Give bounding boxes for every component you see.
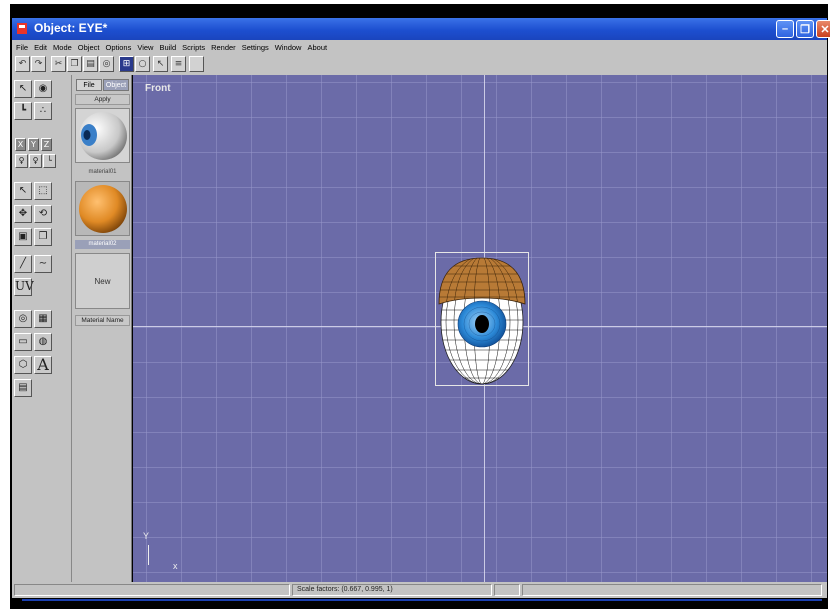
axis-x-toggle[interactable]: X [15,138,26,151]
toolbar: ↶ ↷ ✂ ❐ ▤ ◎ ⊞ ○ ↖ ≡ [12,54,827,75]
material-slot-1[interactable] [75,108,130,163]
undo-icon[interactable]: ↶ [15,56,30,72]
window-title: Object: EYE* [34,21,108,35]
cut-icon[interactable]: ✂ [51,56,66,72]
menu-render[interactable]: Render [211,43,236,52]
text-tool[interactable]: A [34,356,52,374]
grid-icon[interactable]: ⊞ [119,56,134,72]
new-material-button[interactable]: New [75,253,130,309]
sphere-icon[interactable]: ◎ [14,310,32,328]
scale-factors-readout: Scale factors: (0.667, 0.995, 1) [292,584,492,596]
material-panel: File Object Apply material01 material02 … [72,75,132,582]
uv-tool[interactable]: UV [14,278,34,296]
menu-options[interactable]: Options [105,43,131,52]
axis-z-toggle[interactable]: Z [41,138,52,151]
viewport-front[interactable]: Front Y x [133,75,827,582]
menu-view[interactable]: View [137,43,153,52]
blank-icon[interactable] [189,56,204,72]
paste-special-icon[interactable]: ◎ [99,56,114,72]
axis-gizmo-x: x [173,561,178,571]
menu-bar: File Edit Mode Object Options View Build… [12,40,827,54]
menu-build[interactable]: Build [159,43,176,52]
taskbar-strip [22,599,822,601]
selection-box [435,252,529,386]
scale-3d-icon[interactable]: ❐ [34,228,52,246]
line-tool-icon[interactable]: ╱ [14,255,32,273]
status-bar: Scale factors: (0.667, 0.995, 1) [12,582,827,598]
menu-scripts[interactable]: Scripts [182,43,205,52]
redo-icon[interactable]: ↷ [31,56,46,72]
maximize-button[interactable]: ❐ [796,20,814,38]
curve-tool-icon[interactable]: ∼ [34,255,52,273]
menu-edit[interactable]: Edit [34,43,47,52]
corner-icon[interactable]: └ [43,154,56,168]
list-icon[interactable]: ≡ [171,56,186,72]
menu-mode[interactable]: Mode [53,43,72,52]
status-segment-mid [494,584,520,596]
marquee-select-icon[interactable]: ⬚ [34,182,52,200]
person-icon[interactable]: ♀ [15,154,28,168]
rotate-icon[interactable]: ⟲ [34,205,52,223]
polygon-icon[interactable]: ⬡ [14,356,32,374]
viewport-label: Front [145,83,171,94]
apply-button[interactable]: Apply [75,94,130,105]
minimize-icon: – [781,23,789,35]
minimize-button[interactable]: – [776,20,794,38]
person-alt-icon[interactable]: ♀ [29,154,42,168]
select-arrow-icon[interactable]: ↖ [14,80,32,98]
tool-palette: ↖ ◉ ┗ ∴ X Y Z ♀ ♀ └ ↖ ⬚ ✥ ⟲ ▣ ❐ ╱ ∼ UV ◎… [12,75,72,582]
material-sphere-white [79,112,127,160]
tab-file[interactable]: File [76,79,102,91]
menu-window[interactable]: Window [275,43,302,52]
points-icon[interactable]: ∴ [34,102,52,120]
menu-object[interactable]: Object [78,43,100,52]
paste-icon[interactable]: ▤ [83,56,98,72]
material-sphere-orange [79,185,127,233]
axis-y-toggle[interactable]: Y [28,138,39,151]
snap-icon[interactable]: ↖ [153,56,168,72]
axis-gizmo-y: Y [143,531,150,541]
axis-corner-icon[interactable]: ┗ [14,102,32,120]
app-icon [17,23,27,34]
material-name-field[interactable]: Material Name [75,315,130,326]
material-name-2: material02 [75,240,130,249]
menu-settings[interactable]: Settings [242,43,269,52]
tab-object[interactable]: Object [103,79,129,91]
status-segment-left [14,584,290,596]
geosphere-icon[interactable]: ◍ [34,333,52,351]
scale-icon[interactable]: ▣ [14,228,32,246]
close-icon: ✕ [820,23,830,36]
menu-about[interactable]: About [307,43,327,52]
table-icon[interactable]: ▤ [14,379,32,397]
eye-view-icon[interactable]: ◉ [34,80,52,98]
cylinder-icon[interactable]: ▭ [14,333,32,351]
pointer-icon[interactable]: ↖ [14,182,32,200]
axis-gizmo-line [148,545,149,565]
title-bar: Object: EYE* – ❐ ✕ [12,18,830,40]
close-button[interactable]: ✕ [816,20,830,38]
copy-icon[interactable]: ❐ [67,56,82,72]
material-name-1: material01 [88,169,117,175]
cube-icon[interactable]: ▦ [34,310,52,328]
menu-file[interactable]: File [16,43,28,52]
move-icon[interactable]: ✥ [14,205,32,223]
maximize-icon: ❐ [800,23,810,36]
status-segment-right [522,584,822,596]
material-slot-2[interactable] [75,181,130,236]
wireframe-icon[interactable]: ○ [135,56,150,72]
